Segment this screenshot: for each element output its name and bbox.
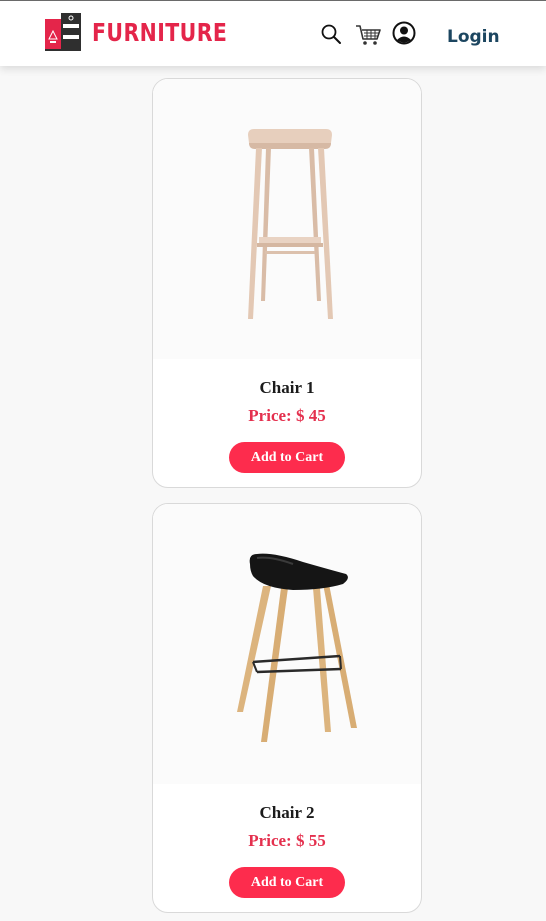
furniture-logo-icon[interactable] <box>44 11 82 53</box>
account-icon[interactable] <box>392 21 416 45</box>
product-name: Chair 2 <box>259 803 315 822</box>
product-price: Price: $ 45 <box>248 406 326 425</box>
brand-name[interactable]: FURNITURE <box>92 18 227 48</box>
navbar: FURNITURE Login <box>0 0 546 66</box>
product-name: Chair 1 <box>259 378 315 397</box>
product-price: Price: $ 55 <box>248 831 326 850</box>
login-link[interactable]: Login <box>447 27 500 47</box>
add-to-cart-button[interactable]: Add to Cart <box>229 867 345 898</box>
product-card: Chair 2 Price: $ 55 Add to Cart <box>152 503 422 913</box>
cart-icon[interactable] <box>355 23 381 47</box>
wooden-stool-image[interactable] <box>153 79 421 359</box>
product-card: Chair 1 Price: $ 45 Add to Cart <box>152 78 422 488</box>
black-bar-stool-image[interactable] <box>153 504 421 784</box>
search-icon[interactable] <box>320 23 344 47</box>
add-to-cart-button[interactable]: Add to Cart <box>229 442 345 473</box>
